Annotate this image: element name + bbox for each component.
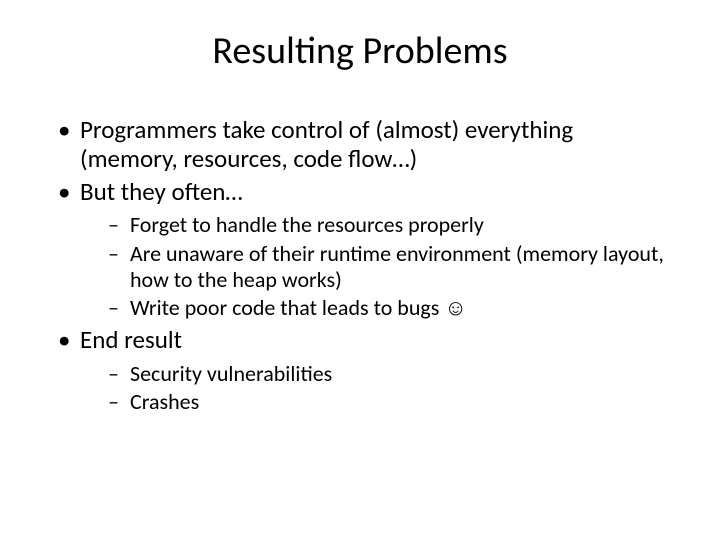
sub-bullet-list: Forget to handle the resources properly … <box>80 212 670 322</box>
sub-bullet-item: Forget to handle the resources properly <box>80 212 670 238</box>
sub-bullet-item: Are unaware of their runtime environment… <box>80 241 670 294</box>
sub-bullet-item: Write poor code that leads to bugs ☺ <box>80 295 670 321</box>
sub-bullet-list: Security vulnerabilities Crashes <box>80 361 670 416</box>
sub-bullet-item: Crashes <box>80 389 670 415</box>
bullet-item: Programmers take control of (almost) eve… <box>50 116 670 174</box>
bullet-list: Programmers take control of (almost) eve… <box>50 116 670 415</box>
bullet-item: But they often… Forget to handle the res… <box>50 178 670 322</box>
slide-title: Resulting Problems <box>50 28 670 74</box>
bullet-item: End result Security vulnerabilities Cras… <box>50 326 670 416</box>
bullet-text: End result <box>80 324 182 355</box>
bullet-text: But they often… <box>80 176 243 207</box>
sub-bullet-item: Security vulnerabilities <box>80 361 670 387</box>
